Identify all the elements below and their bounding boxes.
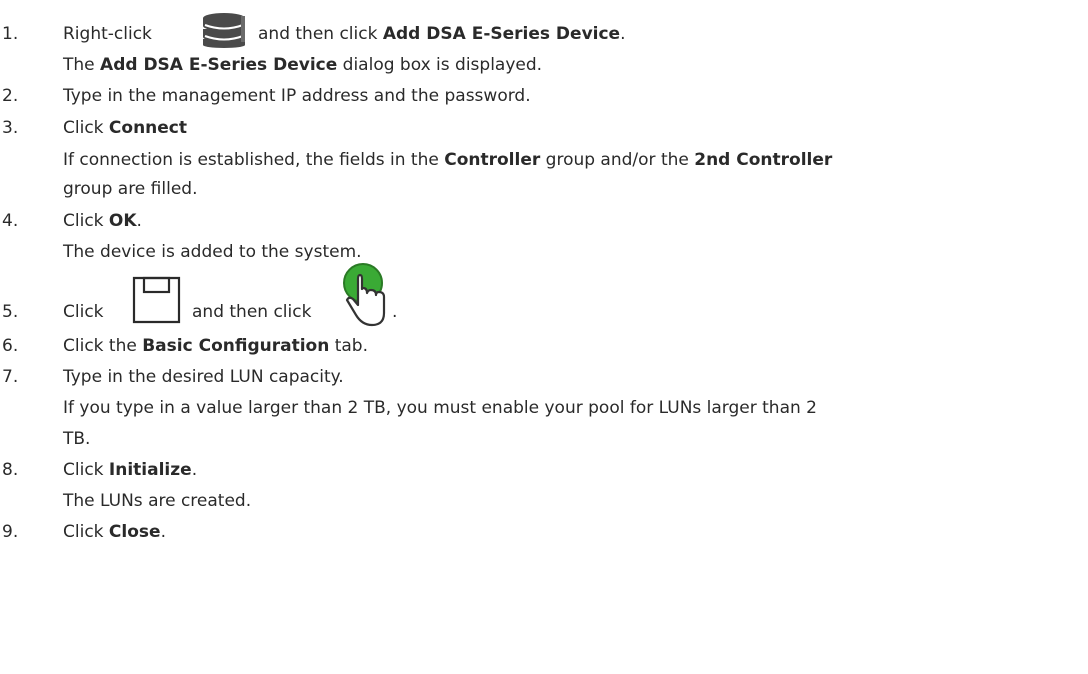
step-6-text-b: tab. [334, 336, 368, 356]
step-5-instruction-cont: and then click [192, 302, 312, 322]
step-1-instruction: Right-click [63, 23, 152, 45]
step-2-number: 2. [2, 86, 19, 106]
step-4-number: 4. [2, 211, 19, 231]
step-1-result-b: dialog box is displayed. [342, 55, 543, 75]
step-3-text-a: Click [63, 118, 104, 138]
step-6-number: 6. [2, 336, 19, 356]
step-8-bold-a: Initialize [108, 460, 192, 480]
step-1-text-b: and then click [258, 24, 378, 44]
procedure-step-list: 1. Right-click and then click Add DSA E-… [0, 0, 1088, 674]
step-3-result-a: If connection is established, the fields… [63, 150, 439, 170]
step-9-instruction: Click Close. [63, 521, 166, 543]
step-4-result: The device is added to the system. [63, 242, 362, 262]
step-1-result: The Add DSA E-Series Device dialog box i… [63, 54, 542, 76]
step-8-text-a: Click [63, 460, 104, 480]
step-7-result-cont: TB. [63, 429, 91, 449]
step-9-text-a: Click [63, 522, 104, 542]
step-9-number: 9. [2, 522, 19, 542]
step-2-instruction: Type in the management IP address and th… [63, 86, 531, 106]
step-3-result: If connection is established, the fields… [63, 149, 832, 171]
step-1-instruction-cont: and then click Add DSA E-Series Device. [258, 23, 626, 45]
step-3-result-cont: group are filled. [63, 179, 198, 199]
step-6-text-a: Click the [63, 336, 137, 356]
step-4-text-a: Click [63, 211, 104, 231]
step-1-text-a: Right-click [63, 24, 152, 44]
step-9-bold-a: Close [108, 522, 161, 542]
step-3-result-b: group and/or the [545, 150, 689, 170]
step-5-text-a: Click [63, 302, 104, 322]
step-4-text-b: . [136, 211, 142, 231]
step-1-bold-a: Add DSA E-Series Device [382, 24, 621, 44]
step-9-text-b: . [160, 522, 166, 542]
step-7-result: If you type in a value larger than 2 TB,… [63, 398, 817, 418]
step-3-bold-a: Connect [108, 118, 188, 138]
step-3-instruction: Click Connect [63, 117, 187, 139]
step-8-result: The LUNs are created. [63, 491, 252, 511]
step-6-instruction: Click the Basic Configuration tab. [63, 335, 368, 357]
activate-hand-icon [343, 263, 386, 327]
step-1-text-c: . [620, 24, 626, 44]
step-3-result-bold-a: Controller [444, 150, 541, 170]
step-7-number: 7. [2, 367, 19, 387]
step-6-bold-a: Basic Configuration [142, 336, 330, 356]
step-3-number: 3. [2, 118, 19, 138]
save-icon [132, 276, 181, 324]
step-8-number: 8. [2, 460, 19, 480]
step-5-instruction: Click [63, 301, 104, 323]
step-7-instruction: Type in the desired LUN capacity. [63, 367, 344, 387]
step-8-instruction: Click Initialize. [63, 459, 197, 481]
storage-database-icon [203, 13, 245, 48]
step-1-result-a: The [63, 55, 95, 75]
step-3-result-bold-b: 2nd Controller [694, 150, 833, 170]
step-4-bold-a: OK [108, 211, 137, 231]
step-4-instruction: Click OK. [63, 210, 142, 232]
step-5-text-c: . [392, 302, 398, 322]
step-1-number: 1. [2, 24, 19, 44]
step-5-number: 5. [2, 302, 19, 322]
step-8-text-b: . [191, 460, 198, 480]
step-1-result-bold: Add DSA E-Series Device [100, 55, 338, 75]
